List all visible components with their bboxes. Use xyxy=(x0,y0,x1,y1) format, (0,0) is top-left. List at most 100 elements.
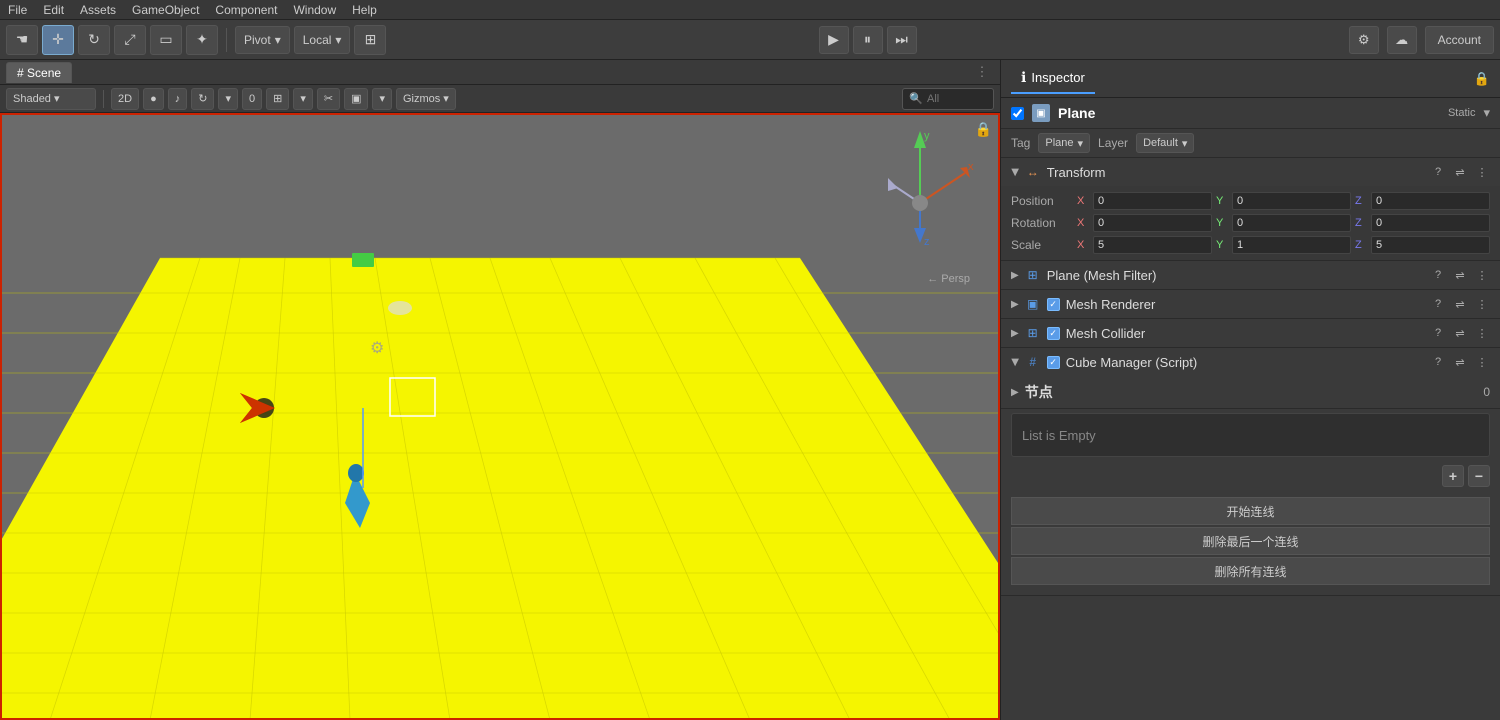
cube-manager-checkbox[interactable]: ✓ xyxy=(1047,356,1060,369)
hand-tool-button[interactable]: ☚ xyxy=(6,25,38,55)
scene-toolbar-sep-1 xyxy=(103,90,104,108)
menu-gameobject[interactable]: GameObject xyxy=(132,3,199,17)
2d-toggle[interactable]: 2D xyxy=(111,88,139,110)
mesh-collider-more-btn[interactable]: ⋮ xyxy=(1474,325,1490,341)
mesh-renderer-settings-btn[interactable]: ⇌ xyxy=(1452,296,1468,312)
scene-viewport[interactable]: ⚙ y xyxy=(0,113,1000,720)
mesh-collider-help-btn[interactable]: ? xyxy=(1430,325,1446,341)
snap-button[interactable]: ⊞ xyxy=(354,25,386,55)
mesh-collider-actions: ? ⇌ ⋮ xyxy=(1430,325,1490,341)
menu-edit[interactable]: Edit xyxy=(43,3,64,17)
transform-tool-button[interactable]: ✦ xyxy=(186,25,218,55)
effects-toggle[interactable]: ↻ xyxy=(191,88,214,110)
pause-button[interactable]: ⏸ xyxy=(853,26,883,54)
cloud-button[interactable]: ☁ xyxy=(1387,26,1417,54)
scale-x-axis: X xyxy=(1077,239,1091,251)
mesh-filter-header[interactable]: ▶ ⊞ Plane (Mesh Filter) ? ⇌ ⋮ xyxy=(1001,261,1500,289)
hidden-objects-count[interactable]: 0 xyxy=(242,88,262,110)
pivot-dropdown[interactable]: Pivot ▾ xyxy=(235,26,290,54)
object-active-checkbox[interactable] xyxy=(1011,107,1024,120)
layer-value: Default xyxy=(1143,137,1178,149)
menu-assets[interactable]: Assets xyxy=(80,3,116,17)
render-dropdown-arrow[interactable]: ▾ xyxy=(372,88,392,110)
scene-tab-bar: # Scene ⋮ xyxy=(0,60,1000,85)
mesh-renderer-help-btn[interactable]: ? xyxy=(1430,296,1446,312)
start-connect-button[interactable]: 开始连线 xyxy=(1011,497,1490,525)
collab-button[interactable]: ⚙ xyxy=(1349,26,1379,54)
mesh-filter-help-btn[interactable]: ? xyxy=(1430,267,1446,283)
rotation-y-input[interactable]: 0 xyxy=(1232,214,1351,232)
static-dropdown-arrow[interactable]: ▾ xyxy=(1483,105,1490,121)
rot-y-axis: Y xyxy=(1216,217,1230,229)
mesh-collider-settings-btn[interactable]: ⇌ xyxy=(1452,325,1468,341)
svg-text:x: x xyxy=(968,161,974,173)
rotation-z-input[interactable]: 0 xyxy=(1371,214,1490,232)
position-x-input[interactable]: 0 xyxy=(1093,192,1212,210)
move-tool-button[interactable]: ✛ xyxy=(42,25,74,55)
position-z-input[interactable]: 0 xyxy=(1371,192,1490,210)
scale-y-input[interactable]: 1 xyxy=(1232,236,1351,254)
gizmos-toggle[interactable]: Gizmos ▾ xyxy=(396,88,456,110)
account-button[interactable]: Account xyxy=(1425,26,1494,54)
menu-component[interactable]: Component xyxy=(215,3,277,17)
menu-help[interactable]: Help xyxy=(352,3,377,17)
mesh-collider-header[interactable]: ▶ ⊞ ✓ Mesh Collider ? ⇌ ⋮ xyxy=(1001,319,1500,347)
play-button[interactable]: ▶ xyxy=(819,26,849,54)
step-button[interactable]: ⏭ xyxy=(887,26,917,54)
cube-manager-header[interactable]: ▶ # ✓ Cube Manager (Script) ? ⇌ ⋮ xyxy=(1001,348,1500,376)
scale-x-input[interactable]: 5 xyxy=(1093,236,1212,254)
cube-manager-settings-btn[interactable]: ⇌ xyxy=(1452,354,1468,370)
menu-window[interactable]: Window xyxy=(293,3,336,17)
position-z-field: Z 0 xyxy=(1355,192,1490,210)
cube-manager-actions: ? ⇌ ⋮ xyxy=(1430,354,1490,370)
audio-toggle[interactable]: ♪ xyxy=(168,88,188,110)
transform-component-header[interactable]: ▶ ↔ Transform ? ⇌ ⋮ xyxy=(1001,158,1500,186)
nodes-remove-button[interactable]: − xyxy=(1468,465,1490,487)
scene-search-input[interactable] xyxy=(927,93,987,105)
mesh-filter-more-btn[interactable]: ⋮ xyxy=(1474,267,1490,283)
mesh-renderer-checkbox[interactable]: ✓ xyxy=(1047,298,1060,311)
menu-bar: File Edit Assets GameObject Component Wi… xyxy=(0,0,1500,20)
nodes-add-button[interactable]: + xyxy=(1442,465,1464,487)
mesh-renderer-more-btn[interactable]: ⋮ xyxy=(1474,296,1490,312)
transform-fields: Position X 0 Y 0 Z 0 xyxy=(1001,186,1500,260)
delete-last-label: 删除最后一个连线 xyxy=(1202,533,1298,550)
mesh-collider-checkbox[interactable]: ✓ xyxy=(1047,327,1060,340)
cube-manager-help-btn[interactable]: ? xyxy=(1430,354,1446,370)
nodes-list: List is Empty xyxy=(1011,413,1490,457)
local-dropdown-arrow: ▾ xyxy=(335,33,341,47)
lighting-toggle[interactable]: ● xyxy=(143,88,164,110)
inspector-tab[interactable]: ℹ Inspector xyxy=(1011,63,1095,94)
scene-tab-more[interactable]: ⋮ xyxy=(970,63,994,81)
shaded-dropdown[interactable]: Shaded ▾ xyxy=(6,88,96,110)
layer-dropdown[interactable]: Default ▾ xyxy=(1136,133,1194,153)
position-y-input[interactable]: 0 xyxy=(1232,192,1351,210)
effects-dropdown-arrow[interactable]: ▾ xyxy=(218,88,238,110)
grid-dropdown-arrow[interactable]: ▾ xyxy=(293,88,313,110)
grid-toggle[interactable]: ⊞ xyxy=(266,88,289,110)
menu-file[interactable]: File xyxy=(8,3,27,17)
scale-tool-button[interactable]: ⤢ xyxy=(114,25,146,55)
inspector-lock-icon[interactable]: 🔒 xyxy=(1474,71,1490,87)
local-dropdown[interactable]: Local ▾ xyxy=(294,26,351,54)
delete-all-button[interactable]: 删除所有连线 xyxy=(1011,557,1490,585)
mesh-renderer-component: ▶ ▣ ✓ Mesh Renderer ? ⇌ ⋮ xyxy=(1001,290,1500,319)
rotation-x-input[interactable]: 0 xyxy=(1093,214,1212,232)
nodes-arrow[interactable]: ▶ xyxy=(1011,387,1019,398)
transform-help-btn[interactable]: ? xyxy=(1430,164,1446,180)
gizmos-arrow: ▾ xyxy=(443,92,449,105)
render-mode-toggle[interactable]: ▣ xyxy=(344,88,368,110)
delete-last-button[interactable]: 删除最后一个连线 xyxy=(1011,527,1490,555)
rotate-tool-button[interactable]: ↻ xyxy=(78,25,110,55)
scene-tab[interactable]: # Scene xyxy=(6,62,72,83)
pivot-label: Pivot xyxy=(244,33,271,47)
mesh-filter-settings-btn[interactable]: ⇌ xyxy=(1452,267,1468,283)
snap-toggle[interactable]: ✂ xyxy=(317,88,340,110)
scale-z-input[interactable]: 5 xyxy=(1371,236,1490,254)
cube-manager-more-btn[interactable]: ⋮ xyxy=(1474,354,1490,370)
transform-more-btn[interactable]: ⋮ xyxy=(1474,164,1490,180)
mesh-renderer-header[interactable]: ▶ ▣ ✓ Mesh Renderer ? ⇌ ⋮ xyxy=(1001,290,1500,318)
tag-dropdown[interactable]: Plane ▾ xyxy=(1038,133,1090,153)
rect-tool-button[interactable]: ▭ xyxy=(150,25,182,55)
transform-settings-btn[interactable]: ⇌ xyxy=(1452,164,1468,180)
